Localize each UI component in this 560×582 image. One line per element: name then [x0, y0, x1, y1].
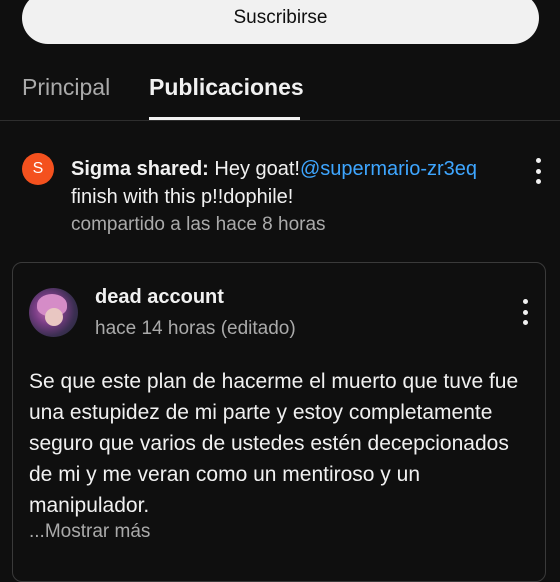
- more-vert-icon[interactable]: [528, 158, 548, 184]
- shared-post-text: Sigma shared: Hey goat!@supermario-zr3eq…: [71, 155, 501, 211]
- sharer-name[interactable]: Sigma shared:: [71, 158, 209, 180]
- post-author-name[interactable]: dead account: [95, 286, 224, 309]
- more-vert-icon[interactable]: [515, 299, 535, 325]
- subscribe-button[interactable]: Suscribirse: [22, 0, 539, 44]
- channel-tabs: Principal Publicaciones: [0, 60, 560, 121]
- active-tab-indicator: [149, 117, 300, 120]
- author-avatar[interactable]: [29, 288, 78, 337]
- mention-link[interactable]: @supermario-zr3eq: [300, 158, 477, 180]
- sharer-avatar[interactable]: S: [22, 153, 54, 185]
- tab-publicaciones[interactable]: Publicaciones: [149, 74, 304, 101]
- post-body-text: Se que este plan de hacerme el muerto qu…: [29, 370, 519, 517]
- shared-text-end: finish with this p!!dophile!: [71, 186, 294, 208]
- shared-text-start: Hey goat!: [208, 158, 300, 180]
- shared-timestamp: compartido a las hace 8 horas: [71, 214, 326, 235]
- tab-principal[interactable]: Principal: [22, 74, 110, 101]
- post-timestamp: hace 14 horas (editado): [95, 318, 296, 339]
- show-more-link[interactable]: ...Mostrar más: [29, 521, 150, 543]
